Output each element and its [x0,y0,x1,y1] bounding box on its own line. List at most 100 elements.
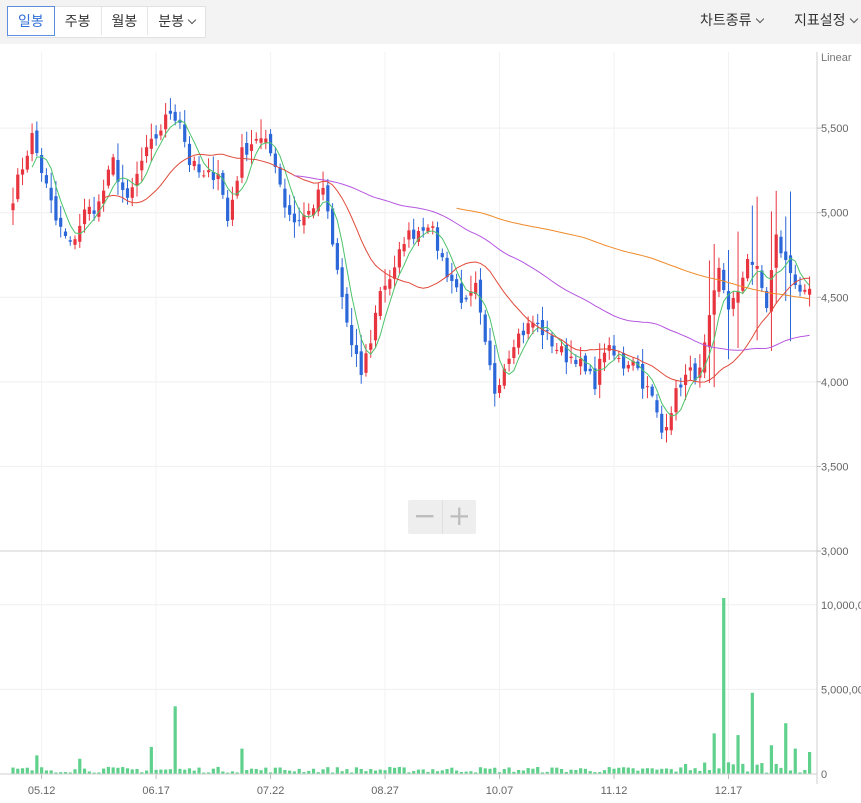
candle-body [44,175,48,184]
volume-bar [717,768,721,774]
candle-body [111,157,115,175]
candle-body [559,346,564,353]
chevron-down-icon [187,15,197,25]
chart-toolbar: 일봉 주봉 월봉 분봉 차트종류 지표설정 [0,0,861,44]
volume-bar [173,706,177,774]
candle-body [707,315,712,348]
volume-bar [621,767,626,774]
candle-body [412,229,416,239]
candle-body [750,261,754,265]
volume-tick-label: 0 [821,769,827,781]
volume-bar [574,770,578,774]
volume-bar [683,764,688,774]
volume-bar [631,768,635,774]
date-axis-ticks: 05.12 06.17 07.22 08.27 10.07 11.12 12.17 [0,773,817,797]
candle-body [254,138,258,141]
candle-body [588,368,592,372]
candle-body [755,266,759,269]
candle-body [173,111,177,121]
candle-body [259,138,263,143]
price-tick-label: 5,500 [821,123,849,135]
grid-lines [0,52,817,775]
volume-bar [168,769,173,774]
volume-bar [526,768,530,774]
volume-bar [641,768,645,774]
tab-daily[interactable]: 일봉 [7,6,55,36]
candle-body [431,226,435,228]
volume-bar [135,768,139,774]
volume-bar [521,770,525,774]
volume-bar [354,767,359,774]
volume-bar [555,767,559,774]
volume-bar [254,768,258,774]
candle-body [130,187,134,198]
candle-body [168,110,173,114]
price-tick-label: 4,500 [821,292,849,304]
volume-bar [793,748,797,774]
candle-body [221,172,225,195]
volume-axis-ticks: 10,000,0 5,000,00 0 [821,600,861,781]
stock-chart[interactable]: Linear 5,500 5,000 4,500 4,000 3,500 3,000 10… [0,44,861,803]
volume-bar [626,767,630,774]
tab-minute[interactable]: 분봉 [148,7,205,35]
candle-body [240,147,244,178]
zoom-in-button[interactable]: + [443,500,477,534]
volume-bar [373,770,378,774]
volume-bar [507,767,511,774]
ma-line-ma5 [31,119,810,417]
tab-weekly[interactable]: 주봉 [55,7,102,35]
candle-body [359,351,363,375]
zoom-out-button[interactable]: − [408,500,443,534]
candle-body [116,159,120,182]
candle-body [63,231,68,236]
candle-body [679,384,683,388]
candle-body [383,285,387,290]
candle-body [92,210,96,214]
candle-body [645,386,650,388]
volume-bar [397,766,401,774]
ma-line-ma60 [294,175,810,351]
volume-bar [73,769,77,774]
volume-bar [455,770,459,774]
candle-body [340,267,344,298]
volume-bar [579,768,583,774]
candle-body [140,160,144,171]
volume-bar [779,767,783,774]
volume-bar [240,748,244,774]
candle-body [206,170,211,173]
volume-bar [774,763,778,774]
volume-bar [321,769,325,774]
date-tick-label: 05.12 [28,785,56,797]
tab-monthly[interactable]: 월봉 [102,7,149,35]
indicator-settings-menu[interactable]: 지표설정 [794,10,858,30]
candle-body [521,330,525,336]
volume-bar [49,770,53,774]
volume-bar [722,598,726,774]
date-tick-label: 08.27 [371,785,399,797]
volume-bar [478,767,483,774]
volume-bar [669,769,673,774]
candle-body [593,368,597,390]
chart-type-label: 차트종류 [700,12,752,28]
candle-body [569,356,573,359]
indicator-settings-label: 지표설정 [794,12,846,28]
candle-body [497,385,502,394]
volume-bar [388,766,392,774]
volume-bar [431,769,435,774]
candle-body [493,363,497,394]
volume-bar [612,768,616,774]
volume-bar [712,733,716,774]
date-tick-label: 10.07 [486,785,514,797]
candle-body [192,160,196,167]
candle-body [464,297,468,300]
chart-type-menu[interactable]: 차트종류 [700,10,764,30]
volume-bar [660,768,664,774]
candle-body [25,155,29,170]
volume-bar [731,764,735,774]
volume-bar [559,768,564,774]
candle-body [345,293,349,323]
candle-body [187,143,192,166]
date-tick-label: 07.22 [257,785,285,797]
candle-body [292,213,297,223]
volume-bar [602,770,607,774]
